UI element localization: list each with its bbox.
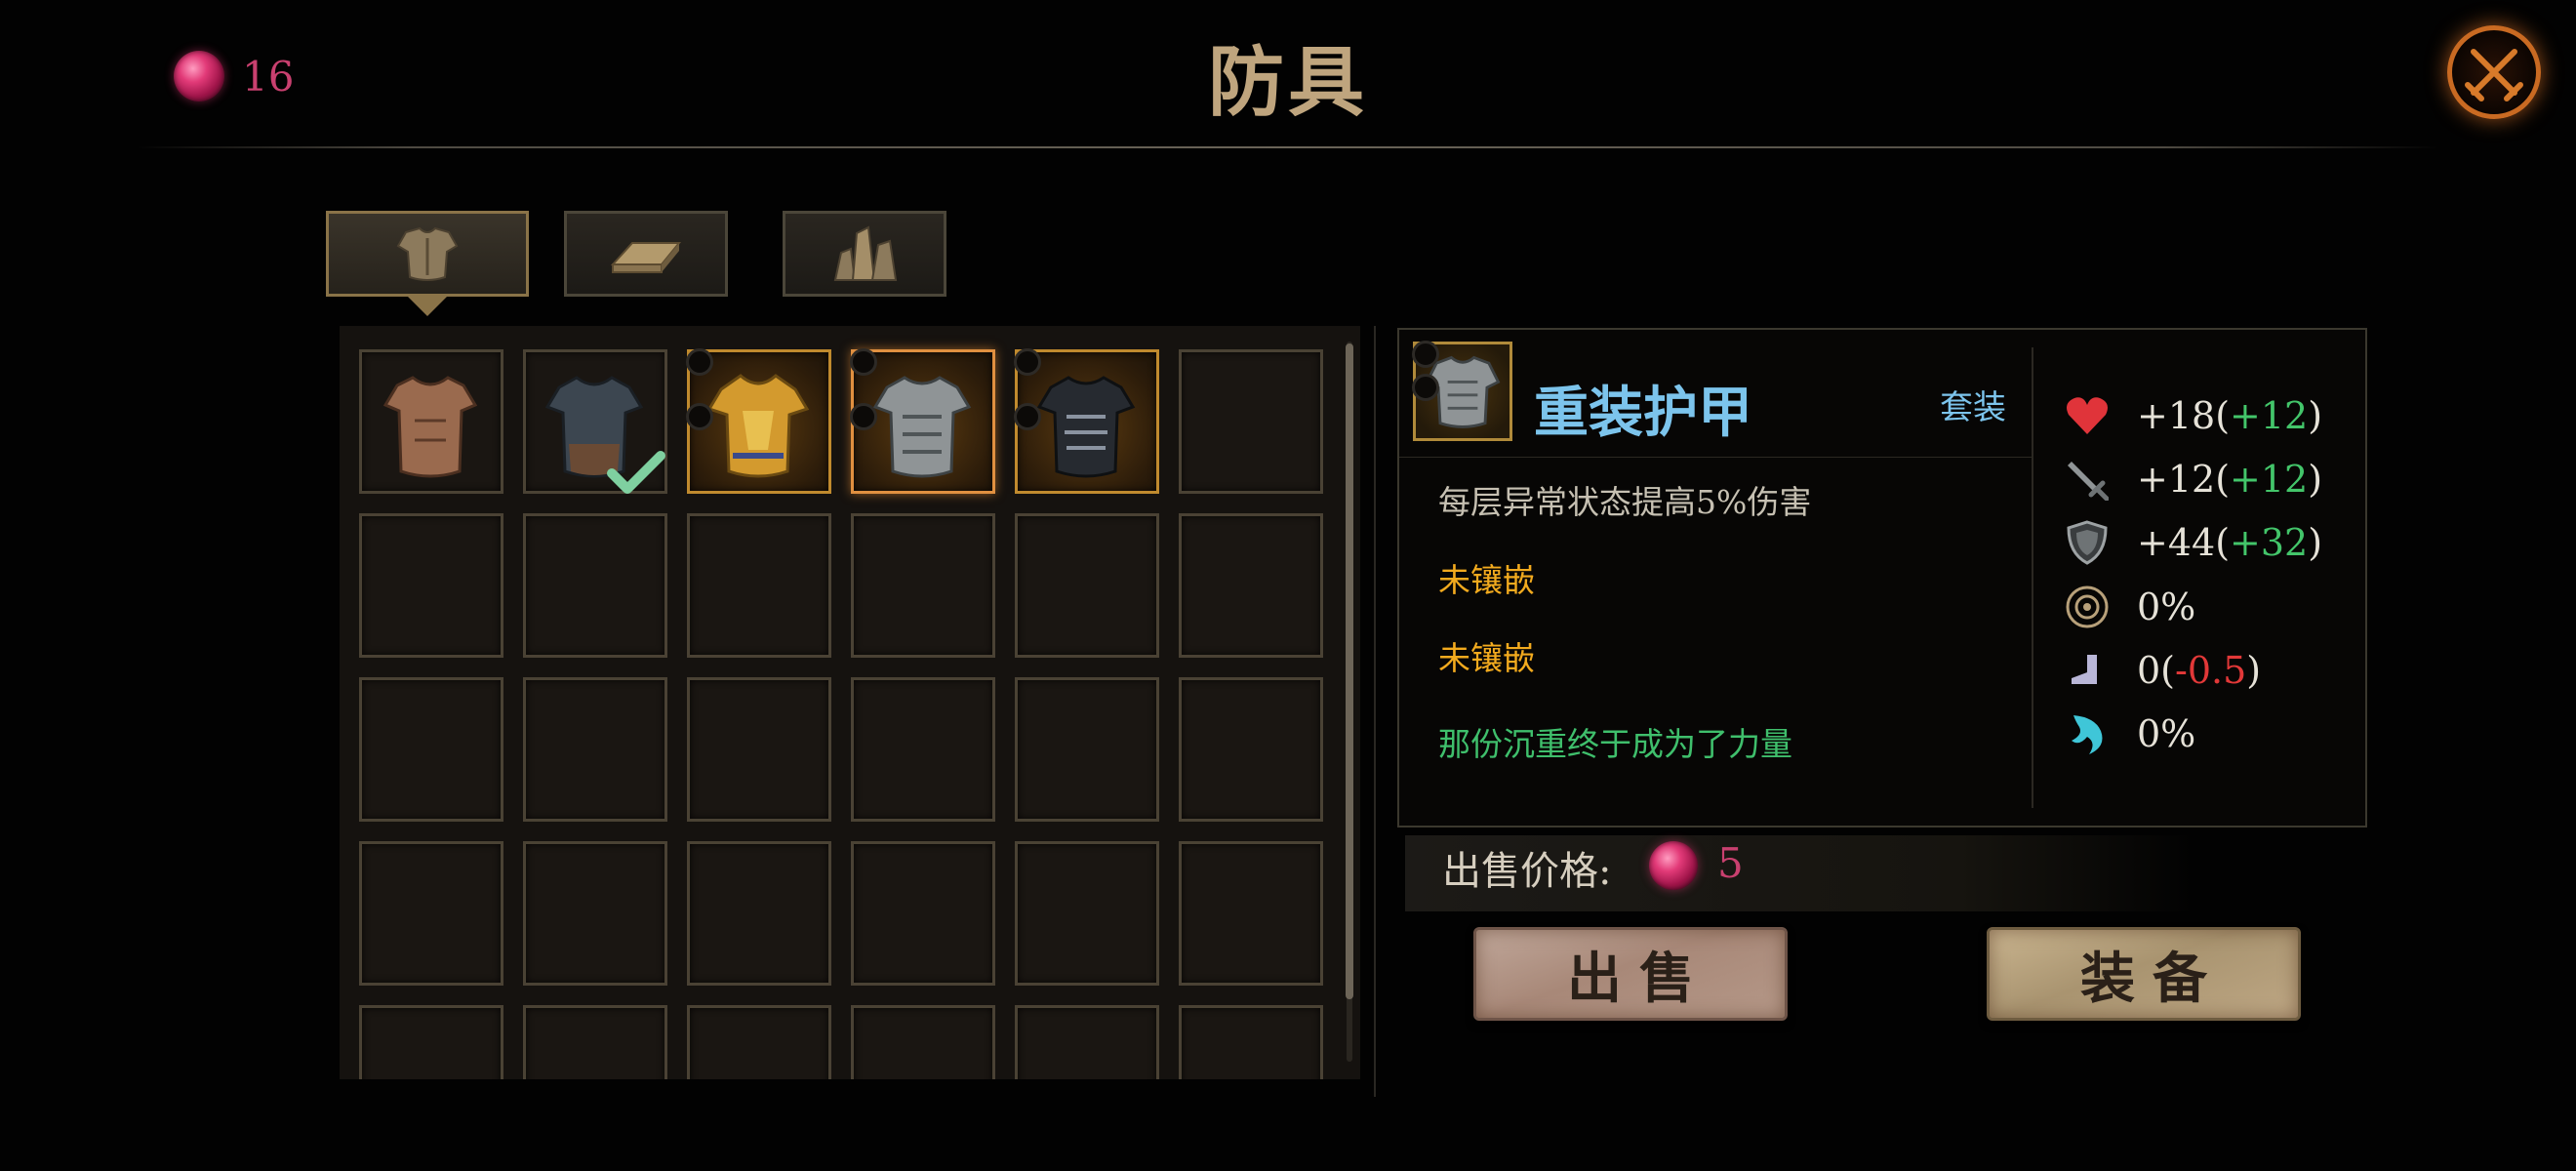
crossed-swords-icon — [2465, 49, 2523, 101]
inventory-slot[interactable] — [850, 348, 995, 494]
gem-socket — [850, 403, 877, 430]
item-effect-text: 每层异常状态提高5%伤害 — [1438, 483, 1812, 521]
inventory-slot[interactable] — [523, 677, 667, 822]
stat-skill-value: 0% — [2137, 712, 2196, 755]
stat-attack-bonus: +12 — [2230, 458, 2309, 501]
stat-health: +18(+12) — [2063, 390, 2322, 441]
stat-health-bonus: +12 — [2230, 394, 2309, 437]
crit-icon — [2063, 583, 2112, 631]
spiked-black-armor-icon — [1036, 376, 1136, 478]
stat-crit: 0% — [2063, 582, 2195, 632]
stat-attack-base: +12( — [2137, 458, 2231, 501]
inventory-slot[interactable] — [1015, 841, 1159, 986]
gem-socket — [850, 348, 877, 376]
page-title: 防具 — [1207, 38, 1368, 127]
sell-price-label: 出售价格: — [1442, 849, 1612, 894]
inventory-slot[interactable] — [1179, 841, 1323, 986]
stat-skill: 0% — [2063, 708, 2195, 759]
ingot-icon — [610, 242, 682, 273]
soul-gem-icon — [1649, 841, 1698, 890]
stat-defense: +44(+32) — [2063, 517, 2322, 568]
stat-speed: 0(-0.5) — [2063, 645, 2261, 696]
tab-crystals[interactable] — [783, 211, 946, 297]
inventory-slot[interactable] — [359, 349, 503, 494]
inventory-slot[interactable] — [359, 841, 503, 986]
flavor-text: 那份沉重终于成为了力量 — [1438, 725, 1792, 763]
gem-slot-1-text: 未镶嵌 — [1438, 561, 1535, 599]
inventory-slot[interactable] — [359, 677, 503, 822]
stat-speed-base: 0( — [2137, 649, 2176, 692]
header-divider — [137, 146, 2439, 148]
stat-health-base: +18( — [2137, 394, 2231, 437]
golden-armor-icon — [706, 374, 810, 478]
stat-health-end: ) — [2308, 394, 2323, 437]
inventory-slot[interactable] — [851, 677, 995, 822]
stat-attack-end: ) — [2308, 458, 2323, 501]
inventory-slot[interactable] — [687, 841, 831, 986]
leather-armor-icon — [382, 376, 478, 478]
gem-socket — [1412, 374, 1439, 401]
inventory-slot[interactable] — [687, 677, 831, 822]
inventory-slot[interactable] — [1015, 513, 1159, 658]
inventory-slot[interactable] — [687, 513, 831, 658]
heart-icon — [2063, 391, 2112, 440]
stat-crit-value: 0% — [2137, 586, 2196, 628]
tab-armor[interactable] — [326, 211, 529, 297]
inventory-slot[interactable] — [686, 348, 831, 494]
set-tag-link[interactable]: 套装 — [1940, 381, 2006, 428]
stat-defense-bonus: +32 — [2230, 521, 2309, 564]
sword-icon — [2063, 455, 2112, 504]
item-name: 重装护甲 — [1534, 381, 1752, 445]
gem-socket — [1412, 341, 1439, 368]
inventory-slot[interactable] — [523, 513, 667, 658]
gem-socket — [686, 403, 713, 430]
detail-separator — [1399, 457, 2032, 458]
equipped-check-icon — [607, 451, 665, 494]
inventory-slot[interactable] — [851, 1005, 995, 1079]
inventory-slot[interactable] — [523, 349, 667, 494]
inventory-slot[interactable] — [1014, 348, 1159, 494]
gem-socket — [1014, 403, 1041, 430]
sell-button[interactable]: 出售 — [1473, 927, 1788, 1021]
inventory-slot[interactable] — [1015, 1005, 1159, 1079]
inventory-slot[interactable] — [1179, 677, 1323, 822]
stat-speed-bonus: -0.5 — [2175, 649, 2247, 692]
stat-attack: +12(+12) — [2063, 454, 2322, 505]
inventory-slot[interactable] — [851, 841, 995, 986]
inventory-slot[interactable] — [1179, 1005, 1323, 1079]
scrollbar-thumb[interactable] — [1346, 343, 1353, 999]
stats-separator — [2032, 347, 2033, 808]
heavy-armor-icon — [872, 376, 972, 478]
armor-icon — [396, 226, 459, 281]
inventory-slot[interactable] — [687, 1005, 831, 1079]
skill-icon — [2063, 709, 2112, 758]
tab-materials[interactable] — [564, 211, 728, 297]
inventory-slot[interactable] — [1179, 349, 1323, 494]
stat-defense-base: +44( — [2137, 521, 2231, 564]
inventory-slot[interactable] — [523, 1005, 667, 1079]
gem-socket — [686, 348, 713, 376]
shield-icon — [2063, 518, 2112, 567]
inventory-slot[interactable] — [1179, 513, 1323, 658]
inventory-slot[interactable] — [851, 513, 995, 658]
active-tab-indicator — [408, 297, 447, 316]
stat-defense-end: ) — [2308, 521, 2323, 564]
boot-icon — [2063, 646, 2112, 695]
stat-speed-end: ) — [2246, 649, 2262, 692]
inventory-grid[interactable] — [340, 326, 1360, 1079]
inventory-slot[interactable] — [359, 1005, 503, 1079]
inventory-slot[interactable] — [359, 513, 503, 658]
gem-slot-2-text: 未镶嵌 — [1438, 639, 1535, 677]
crystal-icon — [833, 225, 898, 281]
panel-divider — [1374, 326, 1376, 1097]
gem-socket — [1014, 348, 1041, 376]
inventory-slot[interactable] — [1015, 677, 1159, 822]
inventory-slot[interactable] — [523, 841, 667, 986]
equip-button[interactable]: 装备 — [1987, 927, 2301, 1021]
selected-item-icon — [1412, 341, 1512, 441]
sell-price-value: 5 — [1717, 839, 1744, 887]
close-button[interactable] — [2447, 25, 2541, 119]
